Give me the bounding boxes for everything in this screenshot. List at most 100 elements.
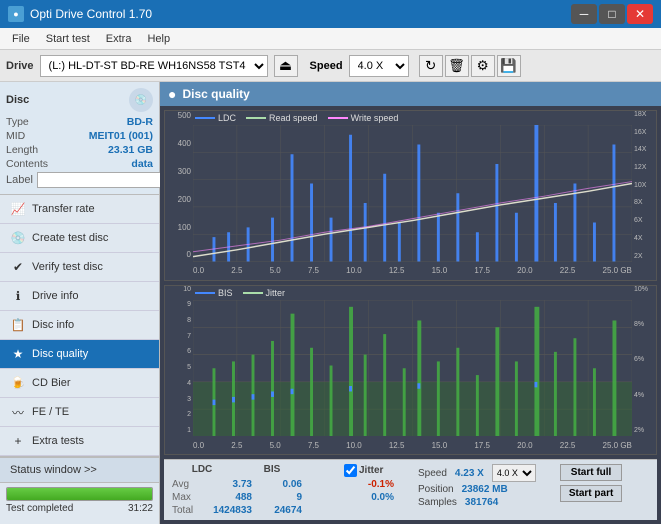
extra-tests-label: Extra tests xyxy=(32,435,84,447)
transfer-rate-icon: 📈 xyxy=(10,201,26,217)
spacer xyxy=(312,464,324,477)
bis-header: BIS xyxy=(252,464,292,477)
sidebar-item-extra-tests[interactable]: + Extra tests xyxy=(0,427,159,456)
extra-tests-icon: + xyxy=(10,433,26,449)
drive-select[interactable]: (L:) HL-DT-ST BD-RE WH16NS58 TST4 xyxy=(40,55,268,77)
length-value: 23.31 GB xyxy=(108,144,153,156)
start-part-button[interactable]: Start part xyxy=(560,485,622,502)
save-button[interactable]: 💾 xyxy=(497,55,521,77)
speed-label: Speed xyxy=(310,60,343,72)
total-label: Total xyxy=(172,505,186,516)
sidebar-item-fe-te[interactable]: 〰 FE / TE xyxy=(0,398,159,427)
disc-panel: Disc 💿 Type BD-R MID MEIT01 (001) Length… xyxy=(0,82,159,195)
refresh-button[interactable]: ↻ xyxy=(419,55,443,77)
stats-bar: LDC BIS Jitter Avg 3.73 0.06 xyxy=(164,459,657,520)
disc-erase-button[interactable]: 🗑 xyxy=(445,55,469,77)
drive-info-icon: ℹ xyxy=(10,288,26,304)
time-text: 31:22 xyxy=(128,503,153,514)
type-value: BD-R xyxy=(127,116,153,128)
panel-header: ● Disc quality xyxy=(160,82,661,106)
menu-start-test[interactable]: Start test xyxy=(38,31,98,47)
chart1-svg xyxy=(193,125,632,262)
create-test-disc-icon: 💿 xyxy=(10,230,26,246)
create-test-disc-label: Create test disc xyxy=(32,232,108,244)
status-window-button[interactable]: Status window >> xyxy=(0,457,159,482)
disc-quality-label: Disc quality xyxy=(32,348,88,360)
sidebar-bottom: Status window >> Test completed 31:22 xyxy=(0,456,159,518)
sidebar-item-verify-test-disc[interactable]: ✔ Verify test disc xyxy=(0,253,159,282)
legend-write-speed: Write speed xyxy=(351,113,399,123)
chart2-legend: BIS Jitter xyxy=(195,288,285,298)
cd-bier-label: CD Bier xyxy=(32,377,71,389)
avg-ldc: 3.73 xyxy=(206,479,252,490)
disc-icon: 💿 xyxy=(129,88,153,112)
drive-info-label: Drive info xyxy=(32,290,78,302)
length-label: Length xyxy=(6,144,38,156)
legend-read-speed: Read speed xyxy=(269,113,318,123)
ldc-header: LDC xyxy=(172,464,232,477)
avg-label: Avg xyxy=(172,479,186,490)
total-bis: 24674 xyxy=(272,505,302,516)
close-button[interactable]: ✕ xyxy=(627,4,653,24)
avg-jitter: -0.1% xyxy=(354,479,394,490)
mid-value: MEIT01 (001) xyxy=(89,130,153,142)
samples-label: Samples xyxy=(418,497,457,508)
sidebar-item-disc-quality[interactable]: ★ Disc quality xyxy=(0,340,159,369)
sidebar-item-drive-info[interactable]: ℹ Drive info xyxy=(0,282,159,311)
jitter-header: Jitter xyxy=(359,465,383,476)
disc-info-icon: 📋 xyxy=(10,317,26,333)
speed-value: 4.23 X xyxy=(455,468,484,479)
start-full-button[interactable]: Start full xyxy=(560,464,622,481)
jitter-checkbox[interactable] xyxy=(344,464,357,477)
chart1-legend: LDC Read speed Write speed xyxy=(195,113,398,123)
sidebar-item-disc-info[interactable]: 📋 Disc info xyxy=(0,311,159,340)
disc-quality-icon: ★ xyxy=(10,346,26,362)
progress-bar-outer xyxy=(6,487,153,501)
max-label: Max xyxy=(172,492,186,503)
legend-bis: BIS xyxy=(218,288,233,298)
eject-button[interactable]: ⏏ xyxy=(274,55,298,77)
charts-area: LDC Read speed Write speed 5004003002001… xyxy=(160,106,661,524)
total-ldc: 1424833 xyxy=(206,505,252,516)
speed-select[interactable]: 4.0 X xyxy=(349,55,409,77)
chart2-svg xyxy=(193,300,632,437)
legend-ldc: LDC xyxy=(218,113,236,123)
app-title: Opti Drive Control 1.70 xyxy=(30,7,152,21)
sidebar-item-cd-bier[interactable]: 🍺 CD Bier xyxy=(0,369,159,398)
max-ldc: 488 xyxy=(206,492,252,503)
app-icon: ● xyxy=(8,6,24,22)
speed-dropdown[interactable]: 4.0 X xyxy=(492,464,536,482)
sidebar-item-create-test-disc[interactable]: 💿 Create test disc xyxy=(0,224,159,253)
speed-label: Speed xyxy=(418,468,447,479)
chart1: LDC Read speed Write speed 5004003002001… xyxy=(164,110,657,281)
jitter-check: Jitter xyxy=(344,464,383,477)
legend-jitter: Jitter xyxy=(266,288,286,298)
avg-bis: 0.06 xyxy=(272,479,302,490)
menu-help[interactable]: Help xyxy=(139,31,178,47)
minimize-button[interactable]: ─ xyxy=(571,4,597,24)
chart2-y-right: 10%8%6%4%2% xyxy=(632,286,656,435)
label-label: Label xyxy=(6,174,33,186)
sidebar: Disc 💿 Type BD-R MID MEIT01 (001) Length… xyxy=(0,82,160,524)
max-jitter: 0.0% xyxy=(354,492,394,503)
progress-bar-inner xyxy=(7,488,152,500)
menu-extra[interactable]: Extra xyxy=(98,31,140,47)
contents-label: Contents xyxy=(6,158,48,170)
sidebar-item-transfer-rate[interactable]: 📈 Transfer rate xyxy=(0,195,159,224)
chart2-x-axis: 0.02.55.07.510.012.515.017.520.022.525.0… xyxy=(193,436,632,454)
maximize-button[interactable]: □ xyxy=(599,4,625,24)
status-window-label: Status window >> xyxy=(10,464,97,476)
drive-label: Drive xyxy=(6,60,34,72)
max-bis: 9 xyxy=(272,492,302,503)
position-value: 23862 MB xyxy=(462,484,508,495)
panel-title: Disc quality xyxy=(182,87,249,101)
settings-button[interactable]: ⚙ xyxy=(471,55,495,77)
samples-value: 381764 xyxy=(465,497,498,508)
fe-te-icon: 〰 xyxy=(10,404,26,420)
chart1-y-right: 18X16X14X12X10X8X6X4X2X xyxy=(632,111,656,260)
disc-label-input[interactable] xyxy=(37,172,175,188)
chart2-y-left: 10987654321 xyxy=(165,286,193,435)
status-text: Test completed xyxy=(6,503,73,514)
verify-test-disc-icon: ✔ xyxy=(10,259,26,275)
menu-file[interactable]: File xyxy=(4,31,38,47)
